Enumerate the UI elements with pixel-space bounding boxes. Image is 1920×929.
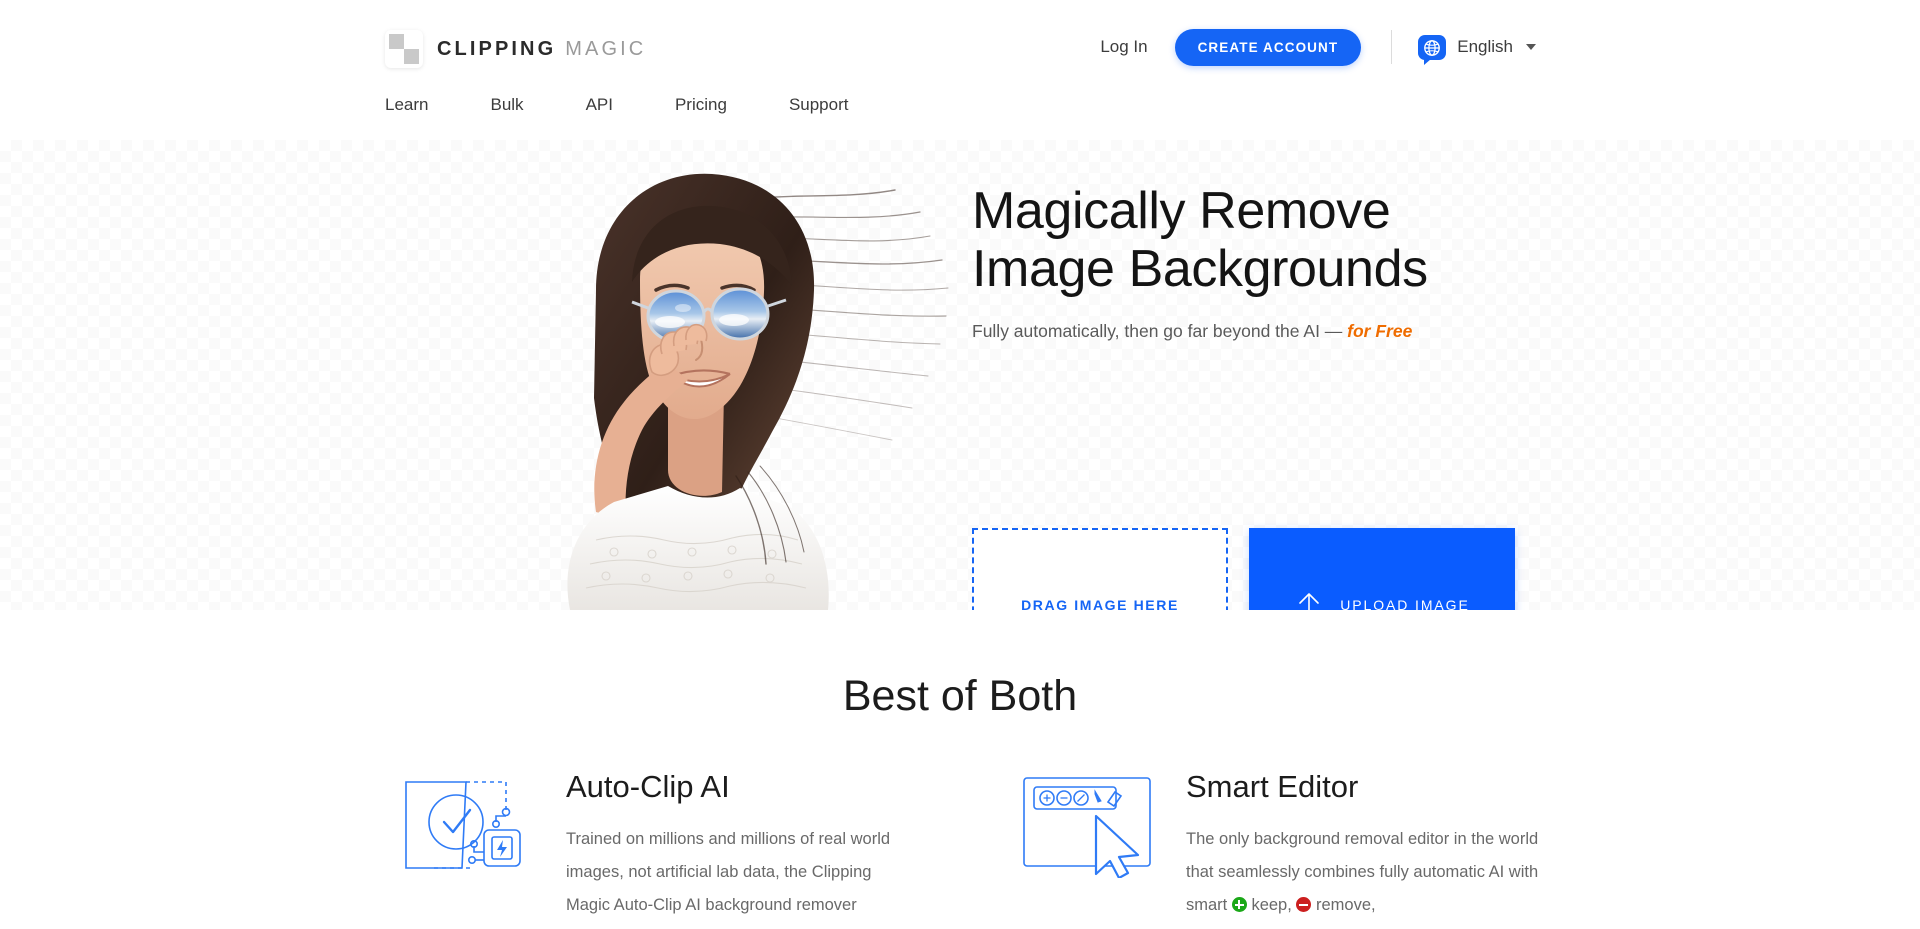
feature-smart-editor-body: Smart Editor The only background removal… (1186, 769, 1540, 922)
feature-smart-editor: Smart Editor The only background removal… (1020, 769, 1540, 922)
auto-clip-ai-icon (400, 770, 536, 922)
green-plus-keep-icon (1231, 897, 1247, 913)
site-header: CLIPPING MAGIC Log In CREATE ACCOUNT Eng… (0, 0, 1920, 140)
upload-arrow-icon (1299, 592, 1320, 610)
nav-item-pricing[interactable]: Pricing (675, 95, 727, 115)
nav-item-learn[interactable]: Learn (385, 95, 428, 115)
header-divider (1391, 30, 1393, 64)
hero-title: Magically Remove Image Backgrounds (972, 182, 1672, 298)
language-label: English (1457, 37, 1513, 56)
hero-section: Magically Remove Image Backgrounds Fully… (0, 140, 1920, 610)
page-root: CLIPPING MAGIC Log In CREATE ACCOUNT Eng… (0, 0, 1920, 929)
feature-smart-editor-text: The only background removal editor in th… (1186, 823, 1540, 922)
main-navigation: Learn Bulk API Pricing Support (385, 95, 848, 115)
drag-image-label: DRAG IMAGE HERE (1021, 596, 1179, 611)
hero-title-line-1: Magically Remove (972, 182, 1391, 240)
hero-title-line-2: Image Backgrounds (972, 240, 1428, 299)
smart-editor-icon (1020, 770, 1156, 922)
features-row: Auto-Clip AI Trained on millions and mil… (400, 769, 1600, 922)
red-minus-remove-icon (1296, 897, 1312, 913)
upload-image-label: UPLOAD IMAGE (1340, 596, 1470, 611)
feature-auto-clip-ai: Auto-Clip AI Trained on millions and mil… (400, 769, 920, 922)
hero-photo (400, 140, 960, 610)
smart-editor-remove-word: remove, (1316, 896, 1376, 915)
globe-speech-bubble-icon (1418, 34, 1447, 65)
upload-image-button[interactable]: UPLOAD IMAGE (1249, 528, 1515, 610)
nav-item-bulk[interactable]: Bulk (490, 95, 523, 115)
feature-auto-clip-ai-text: Trained on millions and millions of real… (566, 830, 891, 915)
best-of-both-title: Best of Both (842, 672, 1078, 720)
language-selector[interactable]: English (1418, 34, 1536, 65)
nav-item-api[interactable]: API (586, 95, 613, 115)
smart-editor-keep-word: keep, (1251, 896, 1292, 915)
header-actions: Log In CREATE ACCOUNT English (1100, 24, 1536, 70)
hero-copy: Magically Remove Image Backgrounds Fully… (972, 182, 1672, 342)
logo-text-primary: CLIPPING (437, 37, 557, 60)
nav-item-support[interactable]: Support (789, 95, 849, 115)
feature-auto-clip-ai-title: Auto-Clip AI (566, 769, 730, 804)
hero-subtitle-text: Fully automatically, then go far beyond … (972, 321, 1348, 342)
chevron-down-icon (1526, 44, 1536, 50)
logo-text-secondary: MAGIC (565, 37, 647, 60)
hero-subtitle: Fully automatically, then go far beyond … (972, 321, 1672, 342)
hero-subtitle-highlight: for Free (1347, 321, 1413, 342)
logo-wordmark: CLIPPING MAGIC (437, 38, 646, 61)
feature-auto-clip-ai-body: Auto-Clip AI Trained on millions and mil… (566, 769, 920, 922)
site-logo[interactable]: CLIPPING MAGIC (385, 30, 646, 68)
header-top-bar: CLIPPING MAGIC Log In CREATE ACCOUNT Eng… (0, 24, 1920, 70)
log-in-link[interactable]: Log In (1100, 37, 1147, 57)
checkerboard-logo-icon (385, 30, 423, 68)
feature-smart-editor-title: Smart Editor (1186, 769, 1359, 804)
create-account-button[interactable]: CREATE ACCOUNT (1174, 28, 1362, 66)
drag-image-dropzone[interactable]: DRAG IMAGE HERE (972, 528, 1228, 610)
hero-cta-group: DRAG IMAGE HERE UPLOAD IMAGE (972, 528, 1515, 610)
